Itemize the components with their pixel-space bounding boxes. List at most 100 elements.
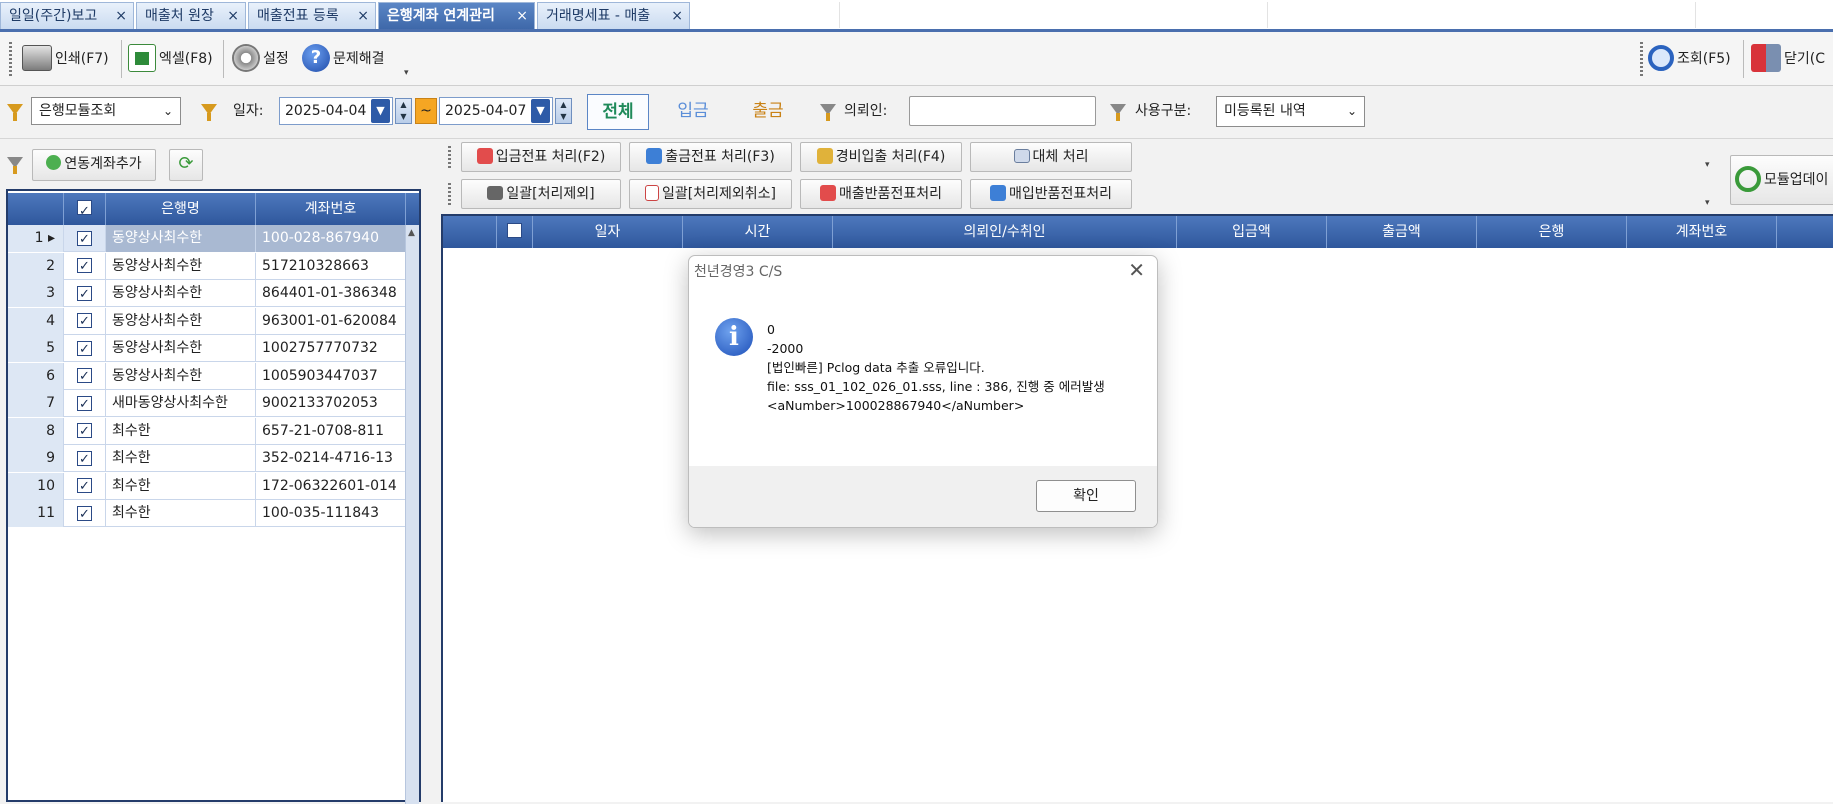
module-update-label: 모듈업데이 [1764,172,1829,188]
table-row[interactable]: 4 동양상사최수한963001-01-620084 [8,307,406,335]
row-checkbox[interactable] [64,335,106,363]
transfer-button[interactable]: 대체 처리 [970,142,1132,172]
date-from-field[interactable]: 2025-04-04 ▼ [279,97,393,125]
withdraw-slip-button[interactable]: 출금전표 처리(F3) [629,142,792,172]
calendar-dropdown-icon[interactable]: ▼ [531,99,550,123]
row-number: 5 [8,335,64,362]
table-row[interactable]: 1 ▸ 동양상사최수한100-028-867940 [8,225,406,253]
deposit-slip-label: 입금전표 처리(F2) [495,149,606,165]
scroll-up-icon[interactable]: ▲ [408,228,415,238]
chevron-down-icon: ⌄ [1346,104,1357,118]
row-checkbox[interactable] [64,362,106,390]
client-input[interactable] [909,96,1096,126]
account-column-header[interactable]: 계좌번호 [1627,216,1777,248]
tab-bank-account-link[interactable]: 은행계좌 연계관리 × [378,2,535,30]
tab-close-icon[interactable]: × [115,3,127,30]
table-row[interactable]: 3 동양상사최수한864401-01-386348 [8,280,406,308]
bank-column-header[interactable]: 은행 [1477,216,1627,248]
row-checkbox[interactable] [64,417,106,445]
deposit-slip-button[interactable]: 입금전표 처리(F2) [461,142,621,172]
settings-button[interactable]: 설정 [232,42,289,74]
message-line: -2000 [767,341,804,356]
withdraw-amount-column-header[interactable]: 출금액 [1327,216,1477,248]
transfer-icon [1013,148,1030,163]
row-checkbox[interactable] [64,252,106,280]
client-column-header[interactable]: 의뢰인/수취인 [833,216,1177,248]
date-to-spinner[interactable]: ▲ ▼ [555,98,572,124]
tab-sales-slip[interactable]: 매출전표 등록 × [248,2,376,30]
row-checkbox[interactable] [64,472,106,500]
refresh-button[interactable]: ⟳ [169,149,203,181]
date-column-header[interactable]: 일자 [533,216,683,248]
table-row[interactable]: 8 최수한657-21-0708-811 [8,417,406,445]
toolbar-overflow-icon[interactable]: ▾ [404,68,409,78]
filter-deposit-button[interactable]: 입금 [662,94,724,128]
tab-close-icon[interactable]: × [357,3,369,30]
tab-close-icon[interactable]: × [516,3,528,30]
select-all-checkbox[interactable] [64,193,106,228]
tab-close-icon[interactable]: × [671,3,683,30]
tab-close-icon[interactable]: × [227,3,239,30]
query-mode-select[interactable]: 은행모듈조회 ⌄ [31,97,181,125]
filter-withdraw-button[interactable]: 출금 [737,94,799,128]
row-checkbox[interactable] [64,445,106,473]
deposit-amount-column-header[interactable]: 입금액 [1177,216,1327,248]
select-all-checkbox[interactable] [497,216,533,248]
row-checkbox[interactable] [64,280,106,308]
tab-daily-report[interactable]: 일일(주간)보고 × [0,2,134,30]
usage-select[interactable]: 미등록된 내역 ⌄ [1216,96,1365,127]
table-row[interactable]: 5 동양상사최수한1002757770732 [8,335,406,363]
table-row[interactable]: 11 최수한100-035-111843 [8,500,406,528]
table-row[interactable]: 10 최수한172-06322601-014 [8,472,406,500]
filter-all-button[interactable]: 전체 [587,94,649,130]
table-row[interactable]: 2 동양상사최수한517210328663 [8,252,406,280]
module-update-button[interactable]: 모듈업데이 [1730,155,1833,205]
account-cell: 517210328663 [256,252,406,280]
ok-button[interactable]: 확인 [1036,480,1136,512]
calendar-dropdown-icon[interactable]: ▼ [371,99,390,123]
date-to-field[interactable]: 2025-04-07 ▼ [439,97,553,125]
sales-return-button[interactable]: 매출반품전표처리 [800,179,962,209]
tab-invoice-sales[interactable]: 거래명세표 - 매출 × [537,2,690,30]
table-row[interactable]: 9 최수한352-0214-4716-13 [8,445,406,473]
account-cell: 864401-01-386348 [256,280,406,307]
dialog-message: 0 -2000 [법인빠른] Pclog data 추출 오류입니다. file… [767,320,1105,415]
expense-button[interactable]: 경비입출 처리(F4) [800,142,962,172]
purchase-return-button[interactable]: 매입반품전표처리 [970,179,1132,209]
row-number: 11 [8,500,64,527]
account-grid-header: 은행명 계좌번호 [8,193,419,228]
tab-sales-ledger[interactable]: 매출처 원장 × [136,2,246,30]
expense-label: 경비입출 처리(F4) [835,149,946,165]
bank-column-header[interactable]: 은행명 [106,193,256,225]
help-label: 문제해결 [333,51,385,67]
refresh-icon [1735,165,1761,192]
account-cell: 1005903447037 [256,362,406,390]
dialog-close-icon[interactable]: ✕ [1128,258,1145,282]
close-window-button[interactable]: 닫기(C [1751,42,1825,74]
info-icon: i [715,318,753,356]
actions-overflow-icon[interactable]: ▾ [1705,198,1710,208]
account-cell: 172-06322601-014 [256,472,406,500]
row-checkbox[interactable] [64,307,106,335]
row-number: 6 [8,362,64,390]
bank-cell: 동양상사최수한 [106,335,256,362]
bulk-exclude-cancel-button[interactable]: 일괄[처리제외취소] [629,179,792,209]
row-checkbox[interactable] [64,390,106,418]
date-from-spinner[interactable]: ▲ ▼ [395,98,412,124]
search-button[interactable]: 조회(F5) [1648,42,1731,74]
row-checkbox[interactable] [64,500,106,528]
filter-bar: 은행모듈조회 ⌄ 일자: 2025-04-04 ▼ ▲ ▼ ~ 2025-04-07 ▼… [0,87,1833,139]
add-linked-account-button[interactable]: 연동계좌추가 [32,149,156,181]
bulk-exclude-button[interactable]: 일괄[처리제외] [461,179,621,209]
print-button[interactable]: 인쇄(F7) [22,42,109,74]
vertical-scrollbar[interactable]: ▲ [405,225,419,804]
troubleshoot-button[interactable]: ? 문제해결 [302,42,385,74]
account-column-header[interactable]: 계좌번호 [256,193,406,225]
excel-button[interactable]: 엑셀(F8) [128,42,213,74]
actions-overflow-icon[interactable]: ▾ [1705,160,1710,170]
bank-cell: 최수한 [106,417,256,445]
row-checkbox[interactable] [64,225,106,253]
table-row[interactable]: 6 동양상사최수한1005903447037 [8,362,406,390]
time-column-header[interactable]: 시간 [683,216,833,248]
table-row[interactable]: 7 새마동양상사최수한9002133702053 [8,390,406,418]
